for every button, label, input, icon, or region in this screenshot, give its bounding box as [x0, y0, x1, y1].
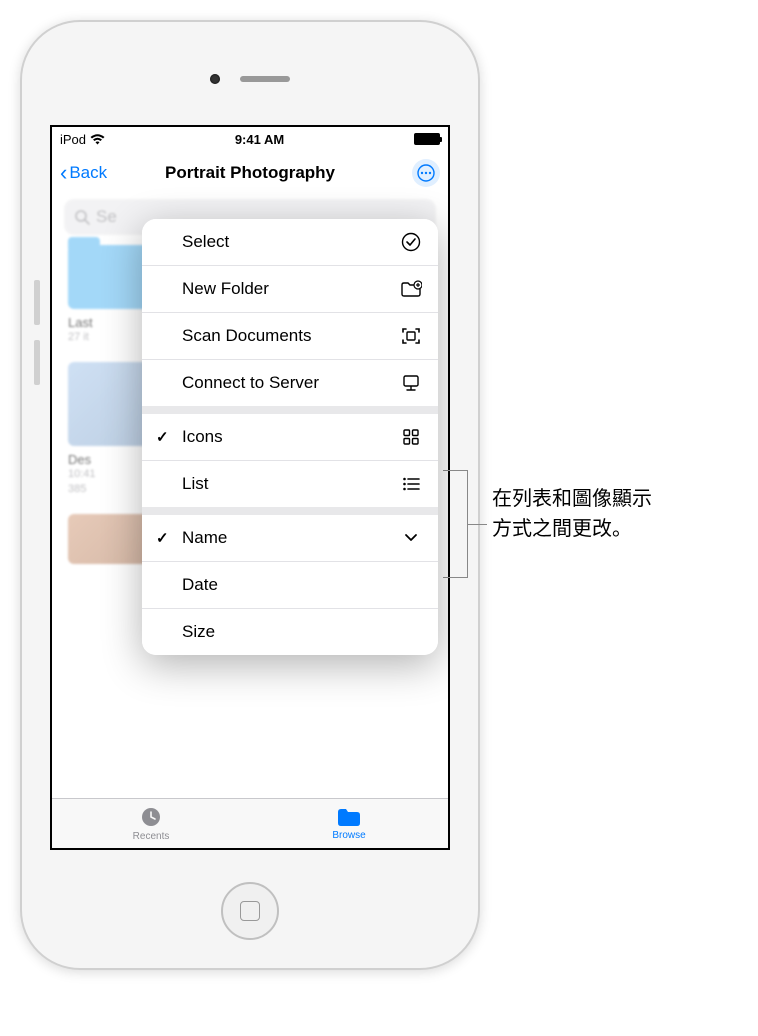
menu-new-folder[interactable]: New Folder: [142, 266, 438, 313]
server-icon: [400, 373, 422, 393]
device-top: [200, 70, 300, 88]
checkmark-icon: ✓: [156, 529, 169, 547]
nav-bar: ‹ Back Portrait Photography: [52, 151, 448, 195]
menu-view-icons[interactable]: ✓ Icons: [142, 414, 438, 461]
chevron-down-icon: [400, 533, 422, 543]
battery-icon: [414, 133, 440, 145]
annotation-line2: 方式之間更改。: [492, 514, 652, 544]
checkmark-icon: ✓: [156, 428, 169, 446]
home-button[interactable]: [221, 882, 279, 940]
menu-label: Date: [182, 575, 218, 595]
item-name: Last: [68, 315, 93, 330]
clock-icon: [139, 805, 163, 829]
menu-label: New Folder: [182, 279, 269, 299]
volume-up-button: [34, 280, 40, 325]
folder-plus-icon: [400, 280, 422, 298]
tab-browse[interactable]: Browse: [250, 799, 448, 848]
time-label: 9:41 AM: [235, 132, 284, 147]
select-checkmark-icon: [400, 232, 422, 252]
context-menu: Select New Folder Scan Documents: [142, 219, 438, 655]
tab-bar: Recents Browse: [52, 798, 448, 848]
wifi-icon: [90, 134, 105, 145]
menu-connect-server[interactable]: Connect to Server: [142, 360, 438, 406]
menu-divider: [142, 406, 438, 414]
menu-scan-documents[interactable]: Scan Documents: [142, 313, 438, 360]
menu-select[interactable]: Select: [142, 219, 438, 266]
carrier-label: iPod: [60, 132, 86, 147]
volume-down-button: [34, 340, 40, 385]
menu-label: Scan Documents: [182, 326, 311, 346]
item-time: 10:41: [68, 467, 96, 481]
menu-label: Name: [182, 528, 227, 548]
tab-label: Browse: [332, 830, 365, 841]
item-count: 27 it: [68, 330, 89, 344]
search-icon: [74, 209, 90, 225]
menu-sort-name[interactable]: ✓ Name: [142, 515, 438, 562]
camera-dot: [210, 74, 220, 84]
annotation-text: 在列表和圖像顯示 方式之間更改。: [492, 484, 652, 544]
home-button-glyph: [240, 901, 260, 921]
status-bar: iPod 9:41 AM: [52, 127, 448, 151]
more-button[interactable]: [412, 159, 440, 187]
item-size: 385: [68, 482, 86, 496]
ellipsis-circle-icon: [417, 164, 435, 182]
menu-sort-size[interactable]: Size: [142, 609, 438, 655]
search-placeholder: Se: [96, 207, 117, 227]
screen: iPod 9:41 AM ‹ Back Portrait Photography: [50, 125, 450, 850]
speaker-slot: [240, 76, 290, 82]
thumbnail: [68, 362, 152, 446]
back-label: Back: [69, 163, 107, 183]
item-name: Des: [68, 452, 91, 467]
menu-label: Connect to Server: [182, 373, 319, 393]
menu-view-list[interactable]: List: [142, 461, 438, 507]
list-icon: [400, 476, 422, 492]
page-title: Portrait Photography: [165, 163, 335, 183]
back-button[interactable]: ‹ Back: [60, 160, 107, 186]
menu-divider: [142, 507, 438, 515]
thumbnail: [68, 514, 152, 564]
menu-label: List: [182, 474, 208, 494]
folder-icon: [336, 806, 362, 828]
chevron-left-icon: ‹: [60, 160, 67, 186]
menu-label: Select: [182, 232, 229, 252]
tab-recents[interactable]: Recents: [52, 799, 250, 848]
annotation-line1: 在列表和圖像顯示: [492, 484, 652, 514]
device-frame: iPod 9:41 AM ‹ Back Portrait Photography: [20, 20, 480, 970]
annotation-connector: [467, 524, 487, 525]
menu-label: Size: [182, 622, 215, 642]
grid-icon: [400, 428, 422, 446]
folder-icon: [68, 245, 148, 309]
menu-sort-date[interactable]: Date: [142, 562, 438, 609]
tab-label: Recents: [133, 831, 170, 842]
menu-label: Icons: [182, 427, 223, 447]
scan-icon: [400, 326, 422, 346]
